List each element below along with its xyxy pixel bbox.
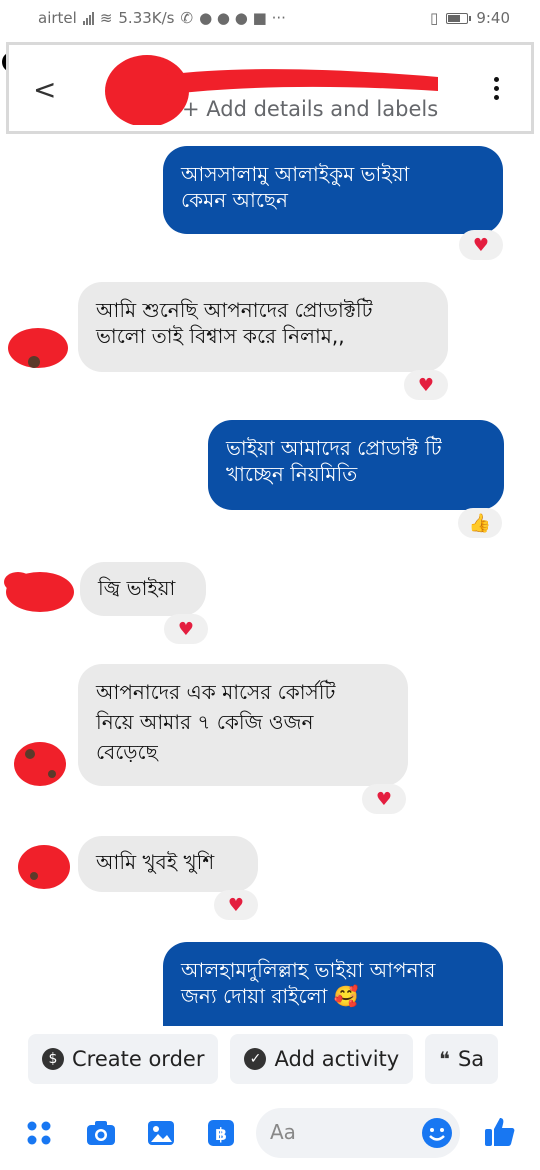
carrier-label: airtel <box>38 9 77 27</box>
baht-icon[interactable]: ฿ <box>206 1118 236 1148</box>
message-line: ভালো তাই বিশ্বাস করে নিলাম,, <box>96 324 345 348</box>
thumbs-up-icon[interactable]: 👍 <box>458 508 502 538</box>
heart-icon[interactable]: ♥ <box>459 230 503 260</box>
message-placeholder: Aa <box>270 1120 296 1144</box>
battery-icon <box>446 12 472 24</box>
add-activity-button[interactable]: ✓ Add activity <box>230 1034 414 1084</box>
check-circle-icon: ✓ <box>244 1048 267 1070</box>
incoming-message[interactable]: আমি শুনেছি আপনাদের প্রোডাক্টটি ভালো তাই … <box>78 282 448 372</box>
camera-icon[interactable] <box>86 1118 116 1148</box>
messenger-screen: airtel ≋ 5.33K/s ✆ ● ● ● ■ ··· ▯ 9:40 < … <box>0 0 540 1170</box>
back-icon[interactable]: < <box>33 73 56 106</box>
wifi-icon: ≋ <box>99 9 113 27</box>
dollar-icon: $ <box>42 1048 64 1070</box>
vibrate-icon: ▯ <box>430 9 439 27</box>
message-input[interactable]: Aa <box>256 1108 460 1158</box>
composer-bar: ฿ Aa <box>0 1100 540 1170</box>
signal-icon <box>82 11 94 25</box>
message-line: আপনাদের এক মাসের কোর্সটি <box>96 680 336 704</box>
menu-dots-icon[interactable] <box>494 77 499 100</box>
incoming-message[interactable]: আপনাদের এক মাসের কোর্সটি নিয়ে আমার ৭ কে… <box>78 664 408 786</box>
redacted-avatar <box>18 845 70 889</box>
redacted-avatar <box>8 328 68 368</box>
heart-icon[interactable]: ♥ <box>164 614 208 644</box>
heart-icon[interactable]: ♥ <box>362 784 406 814</box>
redacted-avatar <box>14 742 66 786</box>
message-line: খাচ্ছেন নিয়মিতি <box>226 462 358 486</box>
message-line: নিয়ে আমার ৭ কেজি ওজন <box>96 710 314 734</box>
chat-icon: ❝ <box>439 1047 450 1071</box>
redacted-avatar <box>4 572 74 612</box>
heart-icon[interactable]: ♥ <box>404 370 448 400</box>
network-speed: 5.33K/s <box>118 9 175 27</box>
outgoing-message[interactable]: আসসালামু আলাইকুম ভাইয়া কেমন আছেন <box>163 146 503 234</box>
apps-icon[interactable] <box>24 1118 54 1148</box>
status-right: ▯ 9:40 <box>430 9 510 27</box>
create-order-label: Create order <box>72 1047 205 1071</box>
message-line: আমি খুবই খুশি <box>96 850 215 874</box>
add-details-link[interactable]: + Add details and labels <box>182 97 438 121</box>
status-bar: airtel ≋ 5.33K/s ✆ ● ● ● ■ ··· ▯ 9:40 <box>0 0 540 38</box>
save-button[interactable]: ❝ Sa <box>425 1034 499 1084</box>
notification-icons: ● ● ● ■ ··· <box>199 9 286 27</box>
clock: 9:40 <box>476 9 510 27</box>
incoming-message[interactable]: জ্বি ভাইয়া <box>80 562 206 616</box>
svg-text:฿: ฿ <box>215 1125 227 1145</box>
chat-header: < + Add details and labels <box>6 42 534 134</box>
incoming-message[interactable]: আমি খুবই খুশি <box>78 836 258 892</box>
like-icon[interactable] <box>482 1114 518 1150</box>
outgoing-message[interactable]: ভাইয়া আমাদের প্রোডাক্ট টি খাচ্ছেন নিয়ম… <box>208 420 504 510</box>
heart-icon[interactable]: ♥ <box>214 890 258 920</box>
create-order-button[interactable]: $ Create order <box>28 1034 219 1084</box>
call-icon: ✆ <box>180 9 194 27</box>
image-icon[interactable] <box>146 1118 176 1148</box>
status-left: airtel ≋ 5.33K/s ✆ ● ● ● ■ ··· <box>38 9 286 27</box>
message-line: জন্য দোয়া রাইলো 🥰 <box>181 984 359 1008</box>
quick-actions: $ Create order ✓ Add activity ❝ Sa <box>28 1034 540 1084</box>
emoji-icon[interactable] <box>422 1118 452 1148</box>
add-activity-label: Add activity <box>274 1047 400 1071</box>
message-line: বেড়েছে <box>96 740 158 764</box>
outgoing-message[interactable]: আলহামদুলিল্লাহ ভাইয়া আপনার জন্য দোয়া র… <box>163 942 503 1026</box>
message-line: জ্বি ভাইয়া <box>98 576 176 600</box>
save-label: Sa <box>457 1047 485 1071</box>
